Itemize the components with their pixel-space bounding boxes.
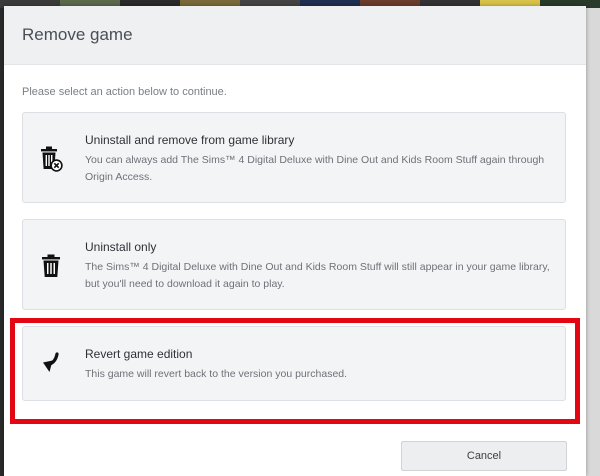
option-description: You can always add The Sims™ 4 Digital D… <box>85 154 545 183</box>
instruction-text: Please select an action below to continu… <box>22 86 227 98</box>
option-description: This game will revert back to the versio… <box>85 368 348 380</box>
revert-game-edition-option[interactable]: Revert game edition This game will rever… <box>22 326 566 401</box>
cancel-button[interactable]: Cancel <box>401 441 567 471</box>
revert-arrow-icon <box>37 349 65 377</box>
option-title: Revert game edition <box>85 347 193 361</box>
remove-game-dialog: Remove game Please select an action belo… <box>4 6 586 476</box>
uninstall-and-remove-option[interactable]: Uninstall and remove from game library Y… <box>22 112 566 203</box>
option-title: Uninstall and remove from game library <box>85 133 295 147</box>
trash-remove-icon <box>37 145 65 173</box>
trash-icon <box>37 252 65 280</box>
dialog-header: Remove game <box>4 6 586 65</box>
option-description: The Sims™ 4 Digital Deluxe with Dine Out… <box>85 261 550 290</box>
dialog-title: Remove game <box>22 25 133 44</box>
option-title: Uninstall only <box>85 240 157 254</box>
background-right-edge <box>586 8 600 476</box>
uninstall-only-option[interactable]: Uninstall only The Sims™ 4 Digital Delux… <box>22 219 566 310</box>
